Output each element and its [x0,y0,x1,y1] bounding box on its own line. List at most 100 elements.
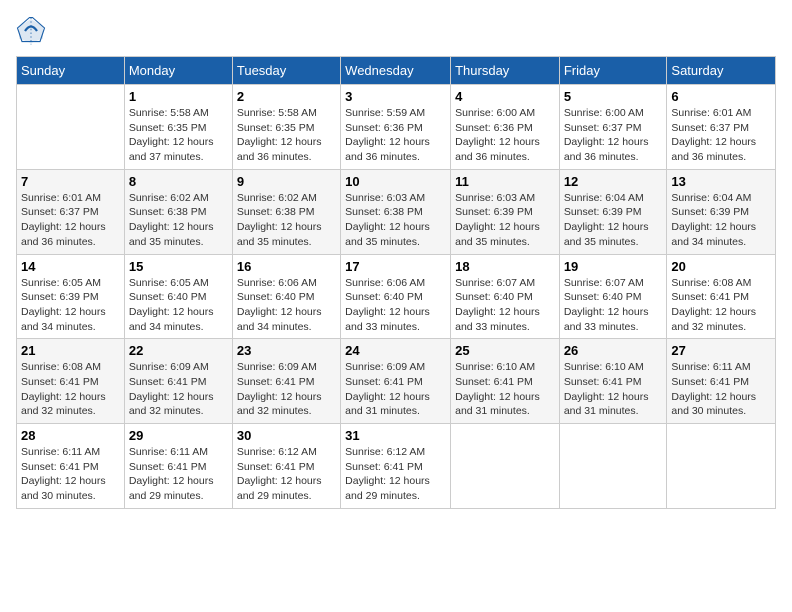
calendar-cell: 29 Sunrise: 6:11 AMSunset: 6:41 PMDayligh… [124,424,232,509]
day-number: 12 [564,174,663,189]
weekday-header-thursday: Thursday [451,57,560,85]
day-info: Sunrise: 5:58 AMSunset: 6:35 PMDaylight:… [237,106,336,165]
day-number: 23 [237,343,336,358]
calendar-cell: 26 Sunrise: 6:10 AMSunset: 6:41 PMDayligh… [559,339,667,424]
day-number: 18 [455,259,555,274]
weekday-header-row: SundayMondayTuesdayWednesdayThursdayFrid… [17,57,776,85]
day-info: Sunrise: 6:00 AMSunset: 6:37 PMDaylight:… [564,106,663,165]
calendar-cell: 5 Sunrise: 6:00 AMSunset: 6:37 PMDaylight… [559,85,667,170]
calendar-cell [559,424,667,509]
calendar-week-row: 7Sunrise: 6:01 AMSunset: 6:37 PMDaylight… [17,169,776,254]
day-info: Sunrise: 6:08 AMSunset: 6:41 PMDaylight:… [21,360,120,419]
calendar-week-row: 14 Sunrise: 6:05 AMSunset: 6:39 PMDayligh… [17,254,776,339]
day-info: Sunrise: 6:03 AMSunset: 6:39 PMDaylight:… [455,191,555,250]
calendar-week-row: 28 Sunrise: 6:11 AMSunset: 6:41 PMDayligh… [17,424,776,509]
day-number: 17 [345,259,446,274]
weekday-header-saturday: Saturday [667,57,776,85]
calendar-week-row: 1Sunrise: 5:58 AMSunset: 6:35 PMDaylight… [17,85,776,170]
calendar-cell: 22Sunrise: 6:09 AMSunset: 6:41 PMDayligh… [124,339,232,424]
weekday-header-wednesday: Wednesday [341,57,451,85]
calendar-cell: 2 Sunrise: 5:58 AMSunset: 6:35 PMDaylight… [232,85,340,170]
day-info: Sunrise: 6:09 AMSunset: 6:41 PMDaylight:… [237,360,336,419]
day-number: 24 [345,343,446,358]
calendar-cell: 31Sunrise: 6:12 AMSunset: 6:41 PMDayligh… [341,424,451,509]
day-info: Sunrise: 5:59 AMSunset: 6:36 PMDaylight:… [345,106,446,165]
day-info: Sunrise: 6:09 AMSunset: 6:41 PMDaylight:… [129,360,228,419]
calendar-table: SundayMondayTuesdayWednesdayThursdayFrid… [16,56,776,509]
page-header [16,16,776,46]
day-number: 3 [345,89,446,104]
day-number: 7 [21,174,120,189]
calendar-cell: 30 Sunrise: 6:12 AMSunset: 6:41 PMDayligh… [232,424,340,509]
calendar-cell: 10Sunrise: 6:03 AMSunset: 6:38 PMDayligh… [341,169,451,254]
calendar-cell: 13Sunrise: 6:04 AMSunset: 6:39 PMDayligh… [667,169,776,254]
day-info: Sunrise: 6:11 AMSunset: 6:41 PMDaylight:… [671,360,771,419]
day-info: Sunrise: 6:06 AMSunset: 6:40 PMDaylight:… [237,276,336,335]
day-number: 30 [237,428,336,443]
calendar-cell: 15 Sunrise: 6:05 AMSunset: 6:40 PMDayligh… [124,254,232,339]
day-number: 11 [455,174,555,189]
day-number: 28 [21,428,120,443]
day-number: 13 [671,174,771,189]
day-info: Sunrise: 6:00 AMSunset: 6:36 PMDaylight:… [455,106,555,165]
calendar-cell [451,424,560,509]
weekday-header-monday: Monday [124,57,232,85]
day-number: 21 [21,343,120,358]
day-info: Sunrise: 6:05 AMSunset: 6:40 PMDaylight:… [129,276,228,335]
calendar-cell: 1Sunrise: 5:58 AMSunset: 6:35 PMDaylight… [124,85,232,170]
calendar-cell: 11 Sunrise: 6:03 AMSunset: 6:39 PMDayligh… [451,169,560,254]
calendar-cell: 18 Sunrise: 6:07 AMSunset: 6:40 PMDayligh… [451,254,560,339]
day-info: Sunrise: 6:06 AMSunset: 6:40 PMDaylight:… [345,276,446,335]
day-number: 29 [129,428,228,443]
calendar-body: 1Sunrise: 5:58 AMSunset: 6:35 PMDaylight… [17,85,776,509]
calendar-cell: 23 Sunrise: 6:09 AMSunset: 6:41 PMDayligh… [232,339,340,424]
day-info: Sunrise: 6:11 AMSunset: 6:41 PMDaylight:… [129,445,228,504]
weekday-header-sunday: Sunday [17,57,125,85]
calendar-cell: 20Sunrise: 6:08 AMSunset: 6:41 PMDayligh… [667,254,776,339]
calendar-cell: 8Sunrise: 6:02 AMSunset: 6:38 PMDaylight… [124,169,232,254]
calendar-cell [667,424,776,509]
day-number: 8 [129,174,228,189]
calendar-week-row: 21 Sunrise: 6:08 AMSunset: 6:41 PMDayligh… [17,339,776,424]
day-info: Sunrise: 6:12 AMSunset: 6:41 PMDaylight:… [345,445,446,504]
calendar-cell: 6 Sunrise: 6:01 AMSunset: 6:37 PMDaylight… [667,85,776,170]
calendar-cell: 21 Sunrise: 6:08 AMSunset: 6:41 PMDayligh… [17,339,125,424]
day-number: 9 [237,174,336,189]
day-number: 4 [455,89,555,104]
day-info: Sunrise: 6:08 AMSunset: 6:41 PMDaylight:… [671,276,771,335]
calendar-cell: 28 Sunrise: 6:11 AMSunset: 6:41 PMDayligh… [17,424,125,509]
calendar-cell: 3 Sunrise: 5:59 AMSunset: 6:36 PMDaylight… [341,85,451,170]
day-number: 27 [671,343,771,358]
day-info: Sunrise: 6:07 AMSunset: 6:40 PMDaylight:… [455,276,555,335]
day-number: 5 [564,89,663,104]
day-number: 25 [455,343,555,358]
calendar-cell: 9 Sunrise: 6:02 AMSunset: 6:38 PMDaylight… [232,169,340,254]
day-number: 14 [21,259,120,274]
calendar-cell: 17 Sunrise: 6:06 AMSunset: 6:40 PMDayligh… [341,254,451,339]
day-number: 16 [237,259,336,274]
calendar-cell: 16 Sunrise: 6:06 AMSunset: 6:40 PMDayligh… [232,254,340,339]
day-info: Sunrise: 6:04 AMSunset: 6:39 PMDaylight:… [564,191,663,250]
day-info: Sunrise: 6:10 AMSunset: 6:41 PMDaylight:… [455,360,555,419]
calendar-cell: 25 Sunrise: 6:10 AMSunset: 6:41 PMDayligh… [451,339,560,424]
calendar-cell [17,85,125,170]
calendar-cell: 4 Sunrise: 6:00 AMSunset: 6:36 PMDaylight… [451,85,560,170]
weekday-header-tuesday: Tuesday [232,57,340,85]
day-info: Sunrise: 6:05 AMSunset: 6:39 PMDaylight:… [21,276,120,335]
calendar-cell: 19Sunrise: 6:07 AMSunset: 6:40 PMDayligh… [559,254,667,339]
day-number: 10 [345,174,446,189]
day-number: 26 [564,343,663,358]
day-number: 15 [129,259,228,274]
day-info: Sunrise: 6:07 AMSunset: 6:40 PMDaylight:… [564,276,663,335]
day-number: 6 [671,89,771,104]
calendar-cell: 14 Sunrise: 6:05 AMSunset: 6:39 PMDayligh… [17,254,125,339]
day-info: Sunrise: 6:12 AMSunset: 6:41 PMDaylight:… [237,445,336,504]
day-info: Sunrise: 6:01 AMSunset: 6:37 PMDaylight:… [671,106,771,165]
calendar-cell: 27 Sunrise: 6:11 AMSunset: 6:41 PMDayligh… [667,339,776,424]
day-info: Sunrise: 5:58 AMSunset: 6:35 PMDaylight:… [129,106,228,165]
logo [16,16,50,46]
day-info: Sunrise: 6:10 AMSunset: 6:41 PMDaylight:… [564,360,663,419]
day-number: 2 [237,89,336,104]
day-info: Sunrise: 6:11 AMSunset: 6:41 PMDaylight:… [21,445,120,504]
day-info: Sunrise: 6:02 AMSunset: 6:38 PMDaylight:… [237,191,336,250]
